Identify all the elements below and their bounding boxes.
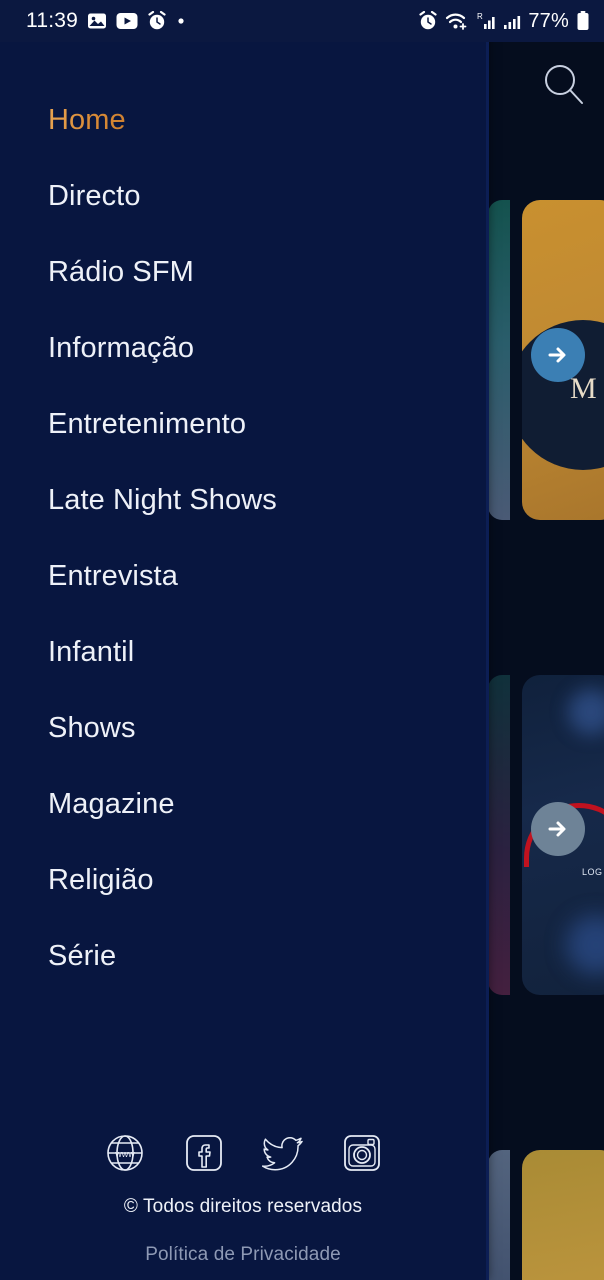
card-overlay-text: LOG <box>582 867 603 877</box>
battery-percent: 77% <box>528 9 569 32</box>
privacy-policy-link[interactable]: Política de Privacidade <box>0 1244 486 1266</box>
twitter-icon <box>261 1136 303 1171</box>
menu-item-label: Directo <box>48 179 141 212</box>
card-overlay-text: M <box>570 372 597 405</box>
search-button[interactable] <box>540 60 588 110</box>
menu-item-religiao[interactable]: Religião <box>0 842 486 918</box>
instagram-link[interactable] <box>341 1132 383 1174</box>
menu-item-label: Home <box>48 103 126 136</box>
facebook-link[interactable] <box>183 1132 225 1174</box>
menu-item-entrevista[interactable]: Entrevista <box>0 538 486 614</box>
menu-item-home[interactable]: Home <box>0 82 486 158</box>
website-icon: www <box>106 1135 143 1171</box>
menu-item-label: Informação <box>48 331 195 364</box>
status-bar: 11:39 R 77% <box>0 0 604 42</box>
menu-item-late-night-shows[interactable]: Late Night Shows <box>0 462 486 538</box>
social-links-row: www <box>0 1132 486 1174</box>
menu-item-infantil[interactable]: Infantil <box>0 614 486 690</box>
card-glow-decoration <box>566 915 604 975</box>
menu-item-label: Entrevista <box>48 559 178 592</box>
menu-item-radio-sfm[interactable]: Rádio SFM <box>0 234 486 310</box>
svg-text:R: R <box>477 12 483 21</box>
instagram-icon <box>343 1135 380 1171</box>
card-strip-slate[interactable] <box>488 1150 510 1280</box>
menu-item-label: Shows <box>48 711 136 744</box>
signal-roaming-icon: R <box>477 12 495 29</box>
menu-item-label: Infantil <box>48 635 135 668</box>
menu-item-label: Série <box>48 939 117 972</box>
menu-item-entretenimento[interactable]: Entretenimento <box>0 386 486 462</box>
arrow-right-icon <box>548 821 566 837</box>
menu-item-label: Late Night Shows <box>48 483 277 516</box>
copyright-text: © Todos direitos reservados <box>123 1196 363 1217</box>
arrow-right-icon <box>548 347 566 363</box>
card-strip-purple[interactable] <box>488 675 510 995</box>
twitter-link[interactable] <box>261 1132 304 1174</box>
alarm-icon <box>419 11 437 30</box>
menu-item-shows[interactable]: Shows <box>0 690 486 766</box>
menu-item-label: Religião <box>48 863 154 896</box>
menu-item-label: Rádio SFM <box>48 255 194 288</box>
facebook-icon <box>185 1135 222 1171</box>
content-card-gold-bottom[interactable] <box>522 1150 604 1280</box>
alarm-icon <box>148 11 166 30</box>
menu-item-serie[interactable]: Série <box>0 918 486 994</box>
menu-item-label: Entretenimento <box>48 407 247 440</box>
search-icon <box>545 65 583 104</box>
status-bar-left: 11:39 <box>26 9 186 33</box>
drawer-footer: www © Todos direitos reservados Política… <box>0 1132 486 1266</box>
menu-item-label: Magazine <box>48 787 175 820</box>
battery-icon <box>577 11 589 30</box>
menu-item-directo[interactable]: Directo <box>0 158 486 234</box>
card-glow-decoration <box>568 689 604 735</box>
card-next-arrow-middle[interactable] <box>531 802 585 856</box>
navigation-drawer: Home Directo Rádio SFM Informação Entret… <box>0 0 486 1280</box>
status-time: 11:39 <box>26 9 78 32</box>
website-link[interactable]: www <box>104 1132 146 1174</box>
card-strip-teal[interactable] <box>488 200 510 520</box>
status-bar-right: R 77% <box>418 10 590 33</box>
menu-item-magazine[interactable]: Magazine <box>0 766 486 842</box>
photos-icon <box>88 13 106 29</box>
svg-text:www: www <box>114 1149 135 1159</box>
drawer-menu-list: Home Directo Rádio SFM Informação Entret… <box>0 82 486 994</box>
youtube-icon <box>116 13 138 29</box>
drawer-edge <box>486 0 489 1280</box>
menu-item-informacao[interactable]: Informação <box>0 310 486 386</box>
signal-icon <box>504 16 521 29</box>
card-next-arrow-top[interactable] <box>531 328 585 382</box>
dot-icon <box>178 18 184 24</box>
wifi-icon <box>446 13 467 30</box>
app-root: M LOG Home Directo Rádio SFM Informação … <box>0 0 604 1280</box>
